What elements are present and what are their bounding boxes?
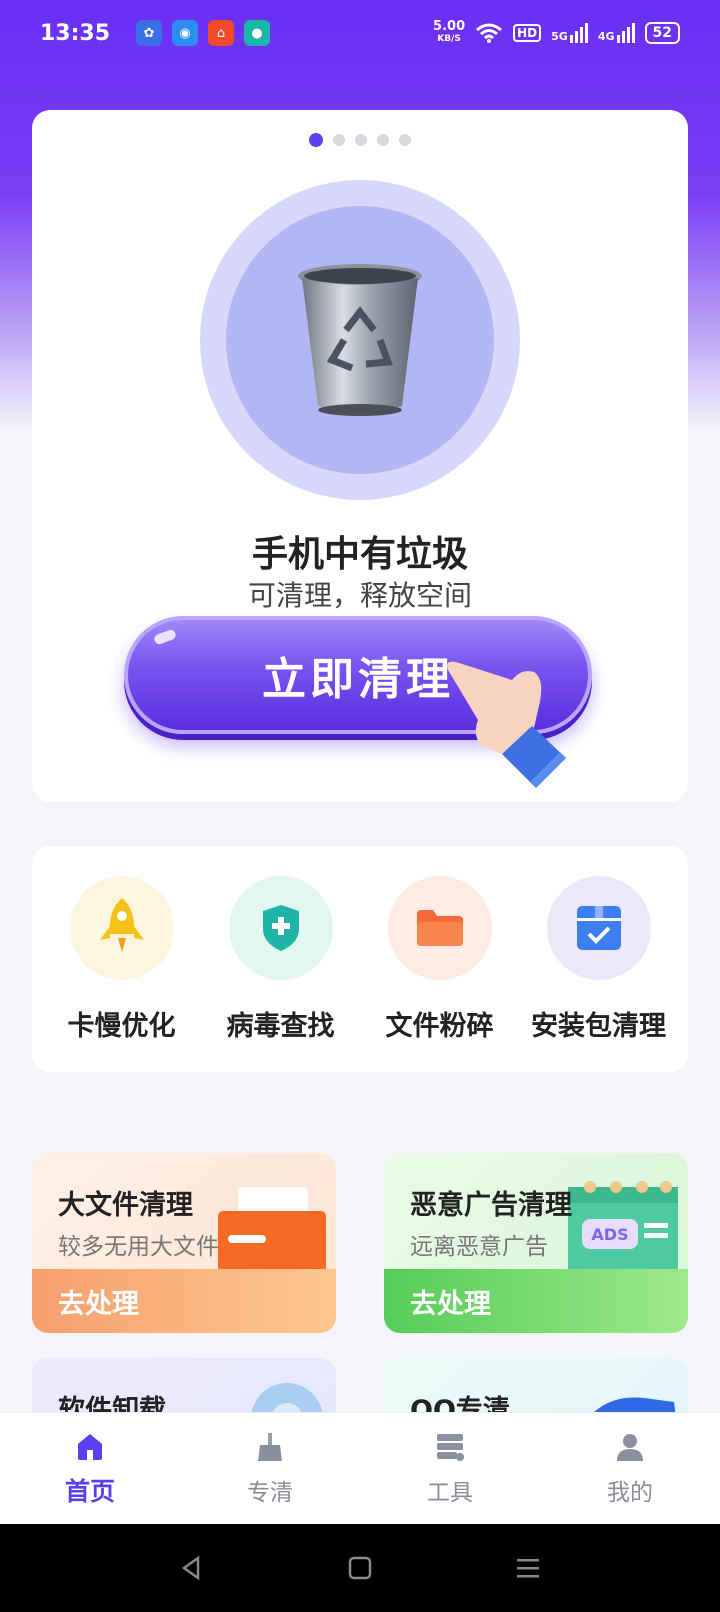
trash-bin-icon <box>298 264 422 416</box>
system-nav-bar <box>0 1524 720 1612</box>
nav-label: 工具 <box>427 1479 473 1506</box>
carousel-dot[interactable] <box>399 134 411 146</box>
feature-ad-clean[interactable]: ADS 恶意广告清理 远离恶意广告 去处理 <box>384 1153 688 1333</box>
recents-icon[interactable] <box>514 1554 542 1582</box>
tool-virus-scan[interactable]: 病毒查找 <box>206 876 356 1072</box>
tool-icon-circle <box>228 876 333 980</box>
rocket-icon <box>99 898 144 952</box>
carousel-indicator <box>32 133 688 147</box>
package-check-icon <box>576 906 621 950</box>
tool-file-shred[interactable]: 文件粉碎 <box>365 876 515 1072</box>
clean-title: 手机中有垃圾 <box>251 534 468 575</box>
clean-card: 手机中有垃圾 可清理，释放空间 立即清理 <box>32 110 688 802</box>
feature-large-file-clean[interactable]: 大文件清理 较多无用大文件 去处理 <box>32 1153 336 1333</box>
feature-title: 大文件清理 <box>58 1190 193 1221</box>
nav-label: 专清 <box>247 1479 293 1506</box>
tool-icon-circle <box>387 876 492 980</box>
notification-app-icon: ● <box>244 20 271 46</box>
tool-label: 卡慢优化 <box>67 1011 176 1042</box>
nav-profile[interactable]: 我的 <box>560 1431 700 1507</box>
carousel-dot[interactable] <box>377 134 389 146</box>
process-button-label: 去处理 <box>58 1288 139 1320</box>
notification-app-icon: ◉ <box>172 20 199 46</box>
net-speed: 5.00 KB/S <box>433 19 466 44</box>
nav-label: 首页 <box>64 1476 115 1506</box>
feature-action-bar[interactable]: 去处理 <box>32 1269 336 1333</box>
clean-now-label: 立即清理 <box>262 654 454 705</box>
hd-badge: HD <box>513 24 542 42</box>
ads-label: ADS <box>591 1225 628 1244</box>
carousel-dot[interactable] <box>355 134 367 146</box>
pointing-hand-icon <box>447 661 566 788</box>
feature-subtitle: 较多无用大文件 <box>58 1234 219 1260</box>
tool-icon-circle <box>69 876 174 980</box>
bottom-nav: 首页 专清 工具 我的 <box>0 1412 720 1524</box>
home-icon <box>78 1433 102 1460</box>
tool-label: 安装包清理 <box>531 1011 666 1042</box>
process-button-label: 去处理 <box>410 1288 491 1320</box>
quick-tools: 卡慢优化 病毒查找 文件粉碎 安装包清理 <box>32 846 688 1072</box>
tool-lag-optimize[interactable]: 卡慢优化 <box>47 876 197 1072</box>
notification-app-icon: ⌂ <box>208 20 235 46</box>
user-icon <box>617 1433 643 1461</box>
button-shine <box>152 628 178 646</box>
shield-plus-icon <box>262 905 299 951</box>
feature-subtitle: 远离恶意广告 <box>410 1234 548 1260</box>
trash-illustration <box>200 180 520 500</box>
carousel-dot[interactable] <box>333 134 345 146</box>
battery-indicator: 52 <box>644 22 680 44</box>
clean-subtitle: 可清理，释放空间 <box>247 579 472 612</box>
feature-title: 恶意广告清理 <box>410 1190 572 1221</box>
nav-tools[interactable]: 工具 <box>380 1431 520 1507</box>
signal-4g-icon: 4G <box>598 23 635 43</box>
broom-icon <box>258 1432 282 1461</box>
carousel-dot[interactable] <box>309 133 323 147</box>
wifi-icon <box>476 23 503 43</box>
status-time: 13:35 <box>40 20 111 46</box>
tool-label: 病毒查找 <box>226 1011 335 1042</box>
folder-icon <box>416 910 463 946</box>
status-bar: 13:35 ✿ ◉ ⌂ ● 5.00 KB/S HD 5G 4G 52 <box>0 0 720 66</box>
feature-action-bar[interactable]: 去处理 <box>384 1269 688 1333</box>
toolbox-icon <box>437 1433 464 1461</box>
notification-app-icon: ✿ <box>136 20 163 46</box>
nav-home[interactable]: 首页 <box>20 1430 160 1508</box>
home-button-icon[interactable] <box>346 1554 374 1582</box>
tool-icon-circle <box>546 876 651 980</box>
nav-special-clean[interactable]: 专清 <box>200 1431 340 1507</box>
tool-apk-clean[interactable]: 安装包清理 <box>524 876 674 1072</box>
signal-5g-icon: 5G <box>551 23 588 43</box>
back-icon[interactable] <box>178 1554 206 1582</box>
tool-label: 文件粉碎 <box>385 1011 494 1042</box>
nav-label: 我的 <box>607 1479 653 1506</box>
